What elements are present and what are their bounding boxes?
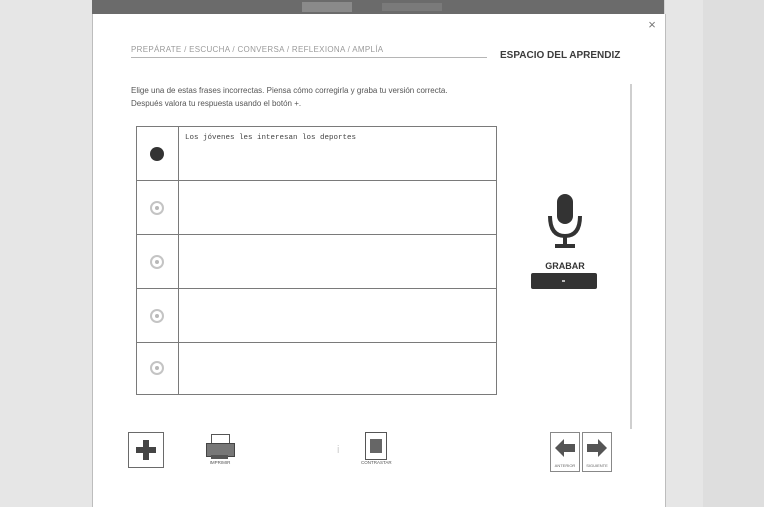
learner-space-dialog: × PREPÁRATE / ESCUCHA / CONVERSA / REFLE… <box>92 14 666 507</box>
contrast-button[interactable]: CONTRASTAR <box>361 432 392 468</box>
arrow-left-icon <box>555 439 575 457</box>
instructions-text: Elige una de estas frases incorrectas. P… <box>131 86 448 108</box>
print-button[interactable]: IMPRIMIR <box>205 432 235 468</box>
previous-button[interactable]: ANTERIOR <box>550 432 580 472</box>
document-icon <box>365 432 387 460</box>
phrase-text: Los jóvenes les interesan los deportes <box>185 134 357 142</box>
phrases-table: Los jóvenes les interesan los deportes <box>136 126 497 395</box>
breadcrumb-divider <box>131 57 487 58</box>
radio-icon[interactable] <box>150 201 164 215</box>
left-background-panel <box>0 0 93 507</box>
previous-label: ANTERIOR <box>554 463 576 468</box>
section-title: ESPACIO DEL APRENDIZ <box>500 50 621 61</box>
right-background-panel <box>664 0 764 507</box>
record-label: GRABAR <box>545 261 585 271</box>
phrase-row-2[interactable] <box>137 181 496 235</box>
selected-radio-icon[interactable] <box>150 147 164 161</box>
add-rating-button[interactable] <box>128 432 164 468</box>
microphone-icon[interactable] <box>545 194 585 254</box>
info-icon[interactable]: i <box>337 444 339 456</box>
phrase-row-3[interactable] <box>137 235 496 289</box>
top-background-bar <box>92 0 664 14</box>
radio-icon[interactable] <box>150 255 164 269</box>
phrase-row-5[interactable] <box>137 343 496 394</box>
close-icon[interactable]: × <box>645 18 659 32</box>
next-button[interactable]: SIGUIENTE <box>582 432 612 472</box>
radio-icon[interactable] <box>150 309 164 323</box>
breadcrumb: PREPÁRATE / ESCUCHA / CONVERSA / REFLEXI… <box>131 45 384 54</box>
arrow-right-icon <box>587 439 607 457</box>
phrase-row-4[interactable] <box>137 289 496 343</box>
radio-icon[interactable] <box>150 361 164 375</box>
scrollbar[interactable] <box>630 84 632 429</box>
print-label: IMPRIMIR <box>209 460 231 465</box>
record-button[interactable] <box>531 273 597 289</box>
contrast-label: CONTRASTAR <box>361 460 392 465</box>
phrase-row-1[interactable]: Los jóvenes les interesan los deportes <box>137 127 496 181</box>
next-label: SIGUIENTE <box>586 463 608 468</box>
